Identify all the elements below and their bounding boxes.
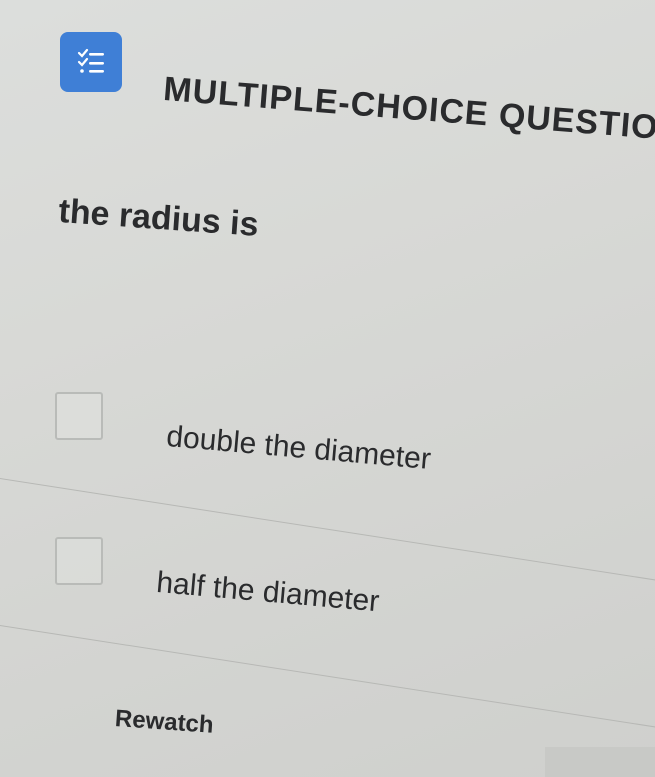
option-2-checkbox[interactable] xyxy=(55,537,103,585)
checklist-icon xyxy=(77,48,104,73)
question-type-badge xyxy=(60,32,122,92)
corner-shadow xyxy=(545,747,655,777)
question-type-label: MULTIPLE-CHOICE QUESTION xyxy=(162,70,655,149)
divider xyxy=(0,625,655,734)
rewatch-button[interactable]: Rewatch xyxy=(114,705,214,740)
question-text: the radius is xyxy=(57,192,260,244)
option-1-checkbox[interactable] xyxy=(55,392,103,440)
option-1-label[interactable]: double the diameter xyxy=(165,420,432,477)
option-2-label[interactable]: half the diameter xyxy=(155,566,380,619)
